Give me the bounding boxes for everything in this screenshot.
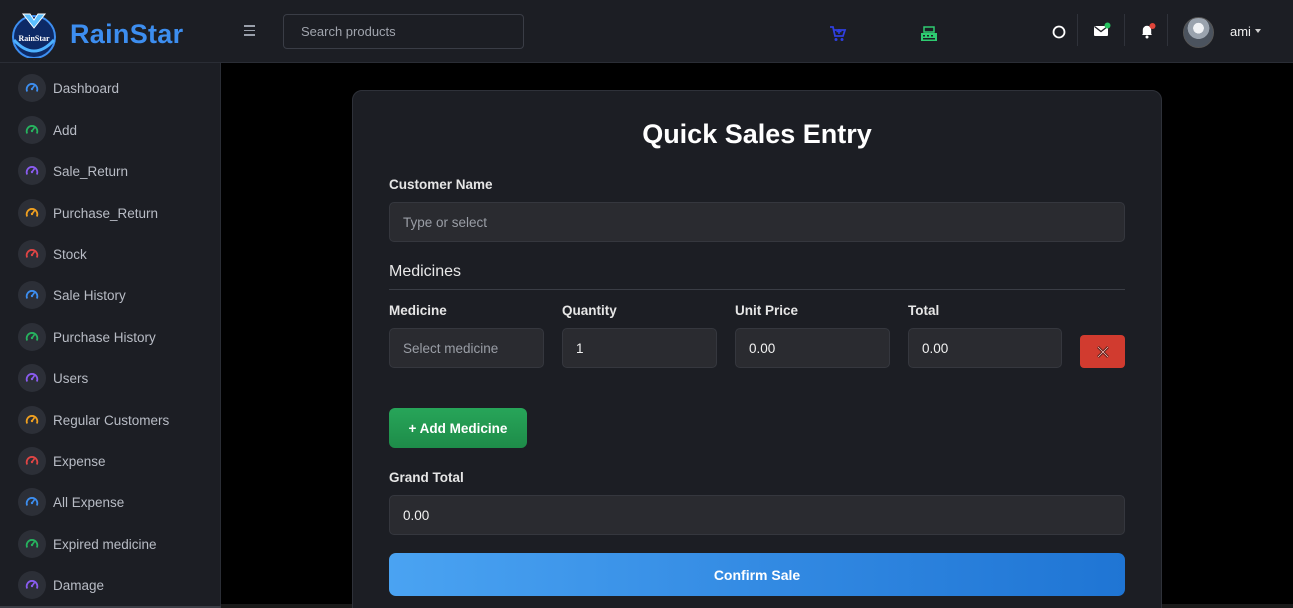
customer-name-label: Customer Name (389, 177, 493, 192)
notification-bell-icon[interactable] (1139, 22, 1157, 45)
sidebar-item-purchase-history[interactable]: Purchase History (18, 323, 156, 351)
brand[interactable]: RainStar RainStar (8, 10, 184, 59)
sidebar-item-users[interactable]: Users (18, 364, 88, 392)
sidebar-item-all-expense[interactable]: All Expense (18, 488, 124, 516)
sidebar-item-label: Expired medicine (53, 536, 157, 552)
row-total-input (908, 328, 1062, 368)
chevron-down-icon[interactable] (1255, 29, 1261, 33)
cash-register-icon[interactable] (920, 26, 938, 47)
sidebar: Dashboard Add Sale_Return Purchase_Return St… (0, 63, 221, 608)
avatar[interactable] (1183, 17, 1214, 48)
gauge-icon (18, 406, 46, 434)
gauge-icon (18, 364, 46, 392)
sidebar-item-expense[interactable]: Expense (18, 447, 106, 475)
toolbar-divider (1077, 14, 1078, 46)
gauge-icon (18, 157, 46, 185)
sidebar-item-label: Users (53, 370, 89, 386)
customer-name-input[interactable] (389, 202, 1125, 242)
quantity-column-label: Quantity (562, 303, 617, 318)
sidebar-item-label: Add (53, 122, 78, 138)
sidebar-item-expired-medicine[interactable]: Expired medicine (18, 530, 157, 558)
sidebar-item-label: Purchase History (53, 329, 156, 345)
medicines-heading: Medicines (389, 263, 462, 280)
close-icon (1096, 345, 1109, 358)
sidebar-item-label: Expense (53, 453, 106, 469)
sidebar-item-label: Sale_Return (53, 163, 129, 179)
sidebar-item-label: Stock (53, 246, 87, 262)
sidebar-item-label: Regular Customers (53, 412, 170, 428)
gauge-icon (18, 199, 46, 227)
search-input[interactable] (283, 14, 524, 49)
sidebar-item-regular-customers[interactable]: Regular Customers (18, 406, 169, 434)
menu-toggle-icon[interactable] (244, 22, 260, 38)
sidebar-item-stock[interactable]: Stock (18, 240, 87, 268)
mail-icon[interactable] (1093, 22, 1111, 43)
sidebar-item-add[interactable]: Add (18, 116, 77, 144)
toolbar-divider (1167, 14, 1168, 46)
grand-total-field (389, 495, 1125, 535)
gauge-icon (18, 240, 46, 268)
sidebar-item-label: Sale History (53, 287, 126, 303)
toolbar-divider (1124, 14, 1125, 46)
sidebar-item-label: Damage (53, 577, 105, 593)
svg-text:RainStar: RainStar (18, 34, 50, 43)
divider (389, 289, 1125, 290)
sidebar-item-damage[interactable]: Damage (18, 571, 104, 599)
theme-toggle-icon[interactable] (1052, 25, 1066, 44)
total-column-label: Total (908, 303, 940, 318)
top-navbar: RainStar RainStar Search products ami (0, 0, 1293, 63)
medicine-column-label: Medicine (389, 303, 447, 318)
quantity-input[interactable] (562, 328, 717, 368)
gauge-icon (18, 323, 46, 351)
sidebar-item-dashboard[interactable]: Dashboard (18, 74, 119, 102)
confirm-sale-button[interactable]: Confirm Sale (389, 553, 1125, 596)
sidebar-item-purchase-return[interactable]: Purchase_Return (18, 199, 158, 227)
gauge-icon (18, 74, 46, 102)
gauge-icon (18, 447, 46, 475)
remove-row-button[interactable] (1080, 335, 1125, 368)
gauge-icon (18, 530, 46, 558)
sidebar-item-sale-history[interactable]: Sale History (18, 281, 126, 309)
gauge-icon (18, 116, 46, 144)
grand-total-label: Grand Total (389, 470, 464, 485)
gauge-icon (18, 571, 46, 599)
user-name[interactable]: ami (1230, 24, 1251, 39)
gauge-icon (18, 488, 46, 516)
sidebar-item-label: Dashboard (53, 80, 120, 96)
sidebar-item-sale-return[interactable]: Sale_Return (18, 157, 128, 185)
cart-icon[interactable] (829, 25, 847, 48)
add-medicine-button[interactable]: + Add Medicine (389, 408, 527, 448)
unit-price-input[interactable] (735, 328, 890, 368)
page-title: Quick Sales Entry (642, 119, 872, 149)
brand-logo: RainStar (8, 10, 60, 59)
unit-price-column-label: Unit Price (735, 303, 799, 318)
brand-name: RainStar (70, 18, 184, 49)
gauge-icon (18, 281, 46, 309)
sidebar-item-label: All Expense (53, 494, 125, 510)
medicine-select-input[interactable] (389, 328, 544, 368)
sidebar-item-label: Purchase_Return (53, 205, 159, 221)
